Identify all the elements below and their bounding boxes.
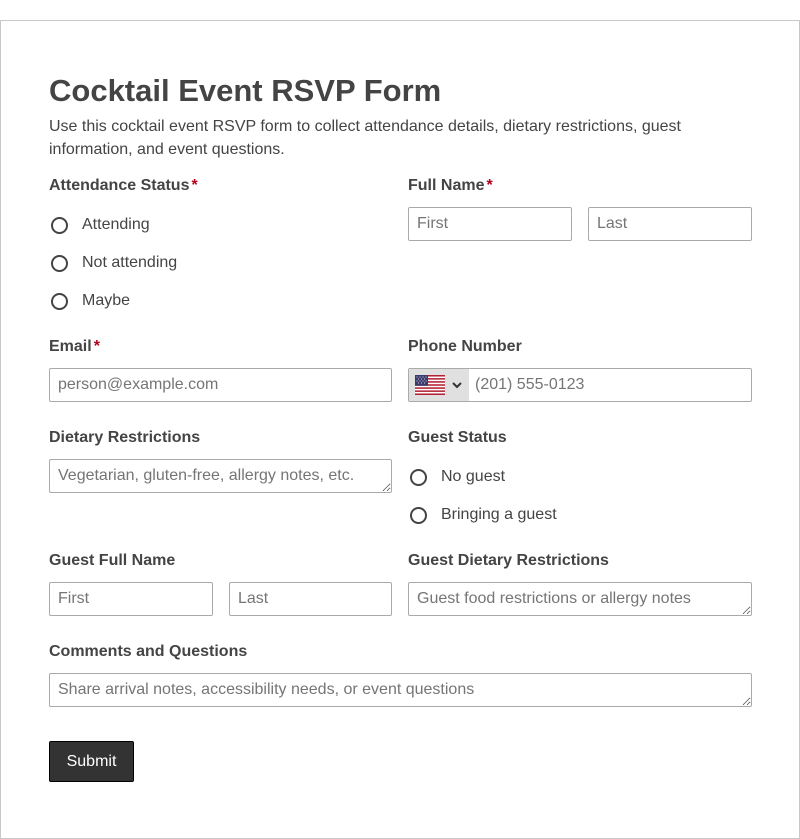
attendance-option-attending[interactable]: Attending [49,216,150,234]
attendance-option-label: Attending [82,216,150,233]
full-name-last-input[interactable] [588,207,752,241]
attendance-label-text: Attendance Status [49,177,190,194]
full-name-label: Full Name * [408,177,493,195]
radio-circle-icon[interactable] [51,254,68,272]
guest-first-input[interactable] [49,582,213,616]
guest-option-bringing-guest[interactable]: Bringing a guest [408,506,557,524]
us-flag-icon [415,375,445,395]
attendance-option-label: Maybe [82,292,131,309]
radio-circle-icon[interactable] [410,506,427,524]
full-name-first-input[interactable] [408,207,572,241]
phone-field-group [408,368,752,402]
phone-label: Phone Number [408,338,522,355]
attendance-label: Attendance Status * [49,177,198,195]
phone-input[interactable] [469,369,751,401]
required-marker: * [486,177,493,194]
attendance-option-not-attending[interactable]: Not attending [49,254,177,272]
country-select[interactable] [409,369,469,401]
required-marker: * [93,338,100,355]
guest-status-label: Guest Status [408,429,507,446]
email-label: Email * [49,338,100,356]
chevron-down-icon [452,382,462,389]
radio-circle-icon[interactable] [410,468,427,486]
email-label-text: Email [49,338,92,355]
form-description: Use this cocktail event RSVP form to col… [49,118,681,158]
comments-textarea[interactable] [49,673,752,707]
guest-name-label: Guest Full Name [49,552,176,569]
attendance-option-maybe[interactable]: Maybe [49,292,130,310]
guest-dietary-textarea[interactable] [408,582,752,616]
radio-circle-icon[interactable] [51,216,68,234]
dietary-textarea[interactable] [49,459,392,493]
guest-option-label: No guest [441,468,506,485]
guest-last-input[interactable] [229,582,392,616]
attendance-option-label: Not attending [82,254,178,271]
comments-label: Comments and Questions [49,643,248,660]
radio-circle-icon[interactable] [51,292,68,310]
guest-option-no-guest[interactable]: No guest [408,468,505,486]
submit-button[interactable]: Submit [49,741,134,782]
required-marker: * [191,177,198,194]
full-name-label-text: Full Name [408,177,485,194]
guest-option-label: Bringing a guest [441,506,557,523]
dietary-label: Dietary Restrictions [49,429,201,446]
form-card: Cocktail Event RSVP Form Use this cockta… [0,20,800,839]
form-title: Cocktail Event RSVP Form [49,73,442,108]
guest-dietary-label: Guest Dietary Restrictions [408,552,609,569]
email-field[interactable] [49,368,392,402]
